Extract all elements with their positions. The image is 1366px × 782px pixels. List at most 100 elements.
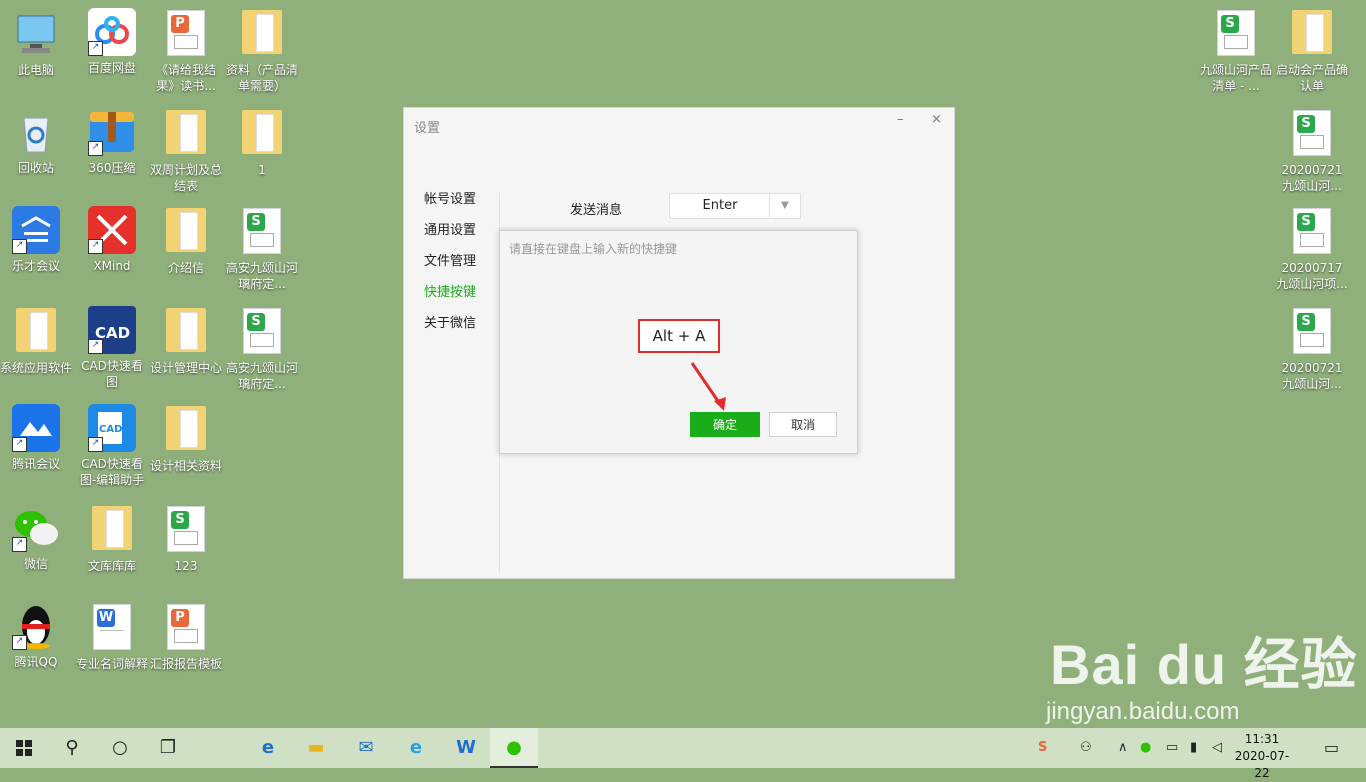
- sogou-ime-icon[interactable]: S: [1038, 728, 1047, 768]
- spreadsheet-icon: S: [1212, 10, 1260, 58]
- desktop-icon-gaoan-file-2[interactable]: S 高安九颂山河璃府定...: [226, 306, 298, 392]
- desktop-icon-recycle-bin[interactable]: 回收站: [0, 108, 72, 176]
- task-view-icon[interactable]: ❐: [144, 728, 192, 768]
- desktop-icon-design-docs[interactable]: 设计相关资料: [150, 404, 222, 474]
- desktop-icon-intro-letter[interactable]: 介绍信: [150, 206, 222, 276]
- folder-icon: [238, 110, 286, 158]
- notification-icon[interactable]: ▭: [1324, 728, 1339, 768]
- volume-icon[interactable]: ◁: [1212, 728, 1222, 768]
- icon-label: 资料（产品清单需要）: [226, 63, 299, 93]
- desktop-icon-20200721-a[interactable]: S 20200721九颂山河...: [1276, 108, 1348, 194]
- baidu-jingyan-watermark: Bai du 经验: [1050, 633, 1358, 696]
- window-title: 设置: [414, 121, 441, 136]
- send-message-select[interactable]: Enter ▼: [669, 193, 801, 219]
- desktop-icon-qq[interactable]: ↗ 腾讯QQ: [0, 602, 72, 670]
- menu-item-account[interactable]: 帐号设置: [424, 190, 476, 221]
- desktop-icon-book-notes[interactable]: P 《请给我结果》读书...: [150, 8, 222, 94]
- svg-text:CAD: CAD: [99, 424, 122, 435]
- chevron-down-icon[interactable]: ▼: [769, 194, 800, 218]
- minimize-button[interactable]: –: [897, 112, 904, 127]
- cad-icon: CAD ↗: [88, 306, 136, 354]
- desktop-icon-cad-editor[interactable]: CAD ↗ CAD快速看图-编辑助手: [76, 404, 148, 488]
- icon-label: 系统应用软件: [0, 361, 73, 375]
- qq-penguin-icon: ↗: [12, 602, 60, 650]
- icon-label: 123: [174, 559, 198, 573]
- desktop-icon-20200721-b[interactable]: S 20200721九颂山河...: [1276, 306, 1348, 392]
- icon-label: CAD快速看图-编辑助手: [79, 457, 145, 487]
- desktop-icon-biweekly-plan[interactable]: 双周计划及总结表: [150, 108, 222, 194]
- battery-icon[interactable]: ▮: [1190, 728, 1197, 768]
- icon-label: 文库库库: [87, 559, 136, 573]
- icon-label: 乐才会议: [11, 259, 60, 273]
- word-document-icon: W: [88, 604, 136, 652]
- desktop-icon-123[interactable]: S 123: [150, 504, 222, 574]
- desktop-icon-baidu-netdisk[interactable]: ↗ 百度网盘: [76, 8, 148, 76]
- spreadsheet-icon: S: [1288, 308, 1336, 356]
- edge-browser-icon[interactable]: e: [244, 728, 292, 768]
- desktop-icon-this-pc[interactable]: 此电脑: [0, 10, 72, 78]
- wps-icon[interactable]: W: [442, 728, 490, 768]
- desktop-icon-360zip[interactable]: ↗ 360压缩: [76, 108, 148, 176]
- icon-label: CAD快速看图: [81, 359, 143, 389]
- shortcut-arrow-icon: ↗: [12, 537, 27, 552]
- desktop-icon-design-center[interactable]: 设计管理中心: [150, 306, 222, 376]
- icon-label: XMind: [93, 259, 131, 273]
- watermark-url: jingyan.baidu.com: [1046, 698, 1240, 725]
- desktop-icon-wechat[interactable]: ↗ 微信: [0, 504, 72, 572]
- people-icon[interactable]: ⚇: [1080, 728, 1092, 768]
- desktop-icon-glossary[interactable]: W 专业名词解释: [76, 602, 148, 672]
- start-button[interactable]: [0, 728, 48, 768]
- shortcut-value: Alt + A: [638, 319, 720, 353]
- computer-icon: [12, 10, 60, 58]
- shortcut-arrow-icon: ↗: [12, 635, 27, 650]
- tencent-meeting-icon: ↗: [12, 404, 60, 452]
- wechat-tray-icon[interactable]: ●: [1140, 728, 1151, 768]
- icon-label: 高安九颂山河璃府定...: [226, 361, 299, 391]
- desktop-icon-cad-viewer[interactable]: CAD ↗ CAD快速看图: [76, 306, 148, 390]
- desktop-icon-tencent-meeting[interactable]: ↗ 腾讯会议: [0, 404, 72, 472]
- lecai-app-icon: ↗: [12, 206, 60, 254]
- shortcut-arrow-icon: ↗: [88, 339, 103, 354]
- folder-icon: [162, 406, 210, 454]
- icon-label: 专业名词解释: [76, 657, 149, 671]
- confirm-button[interactable]: 确定: [690, 412, 760, 437]
- chevron-up-icon[interactable]: ∧: [1118, 728, 1128, 768]
- desktop-icon-report-template[interactable]: P 汇报报告模板: [150, 602, 222, 672]
- icon-label: 《请给我结果》读书...: [155, 63, 216, 93]
- shortcut-arrow-icon: ↗: [88, 437, 103, 452]
- desktop-icon-library[interactable]: 文库库库: [76, 504, 148, 574]
- spreadsheet-icon: S: [1288, 208, 1336, 256]
- cancel-button[interactable]: 取消: [769, 412, 837, 437]
- close-button[interactable]: ×: [931, 112, 942, 127]
- cortana-icon[interactable]: ○: [96, 728, 144, 768]
- desktop-icon-product-list[interactable]: S 九颂山河产品清单 - ...: [1200, 8, 1272, 94]
- desktop-icon-product-materials[interactable]: 资料（产品清单需要）: [226, 8, 298, 94]
- system-clock[interactable]: 11:31 2020-07-22: [1230, 731, 1294, 782]
- folder-icon: [162, 208, 210, 256]
- spreadsheet-icon: S: [238, 308, 286, 356]
- mail-icon[interactable]: ✉: [342, 728, 390, 768]
- desktop-icon-kickoff-confirm[interactable]: 启动会产品确认单: [1276, 8, 1348, 94]
- icon-label: 汇报报告模板: [150, 657, 223, 671]
- file-explorer-icon[interactable]: ▬: [292, 728, 340, 768]
- menu-item-general[interactable]: 通用设置: [424, 221, 476, 252]
- menu-item-shortcuts[interactable]: 快捷按键: [424, 283, 476, 314]
- ie-browser-icon[interactable]: e: [392, 728, 440, 768]
- shortcut-arrow-icon: ↗: [88, 41, 103, 56]
- menu-item-about[interactable]: 关于微信: [424, 314, 476, 345]
- desktop-icon-system-apps[interactable]: 系统应用软件: [0, 306, 72, 376]
- desktop-icon-gaoan-file-1[interactable]: S 高安九颂山河璃府定...: [226, 206, 298, 292]
- icon-label: 腾讯QQ: [14, 655, 58, 669]
- spreadsheet-icon: S: [1288, 110, 1336, 158]
- desktop-icon-20200717[interactable]: S 20200717九颂山河项...: [1276, 206, 1348, 292]
- folder-icon: [162, 308, 210, 356]
- search-icon[interactable]: ⚲: [48, 728, 96, 768]
- desktop-icon-1[interactable]: 1: [226, 108, 298, 178]
- menu-item-files[interactable]: 文件管理: [424, 252, 476, 283]
- desktop-icon-xmind[interactable]: ↗ XMind: [76, 206, 148, 274]
- icon-label: 百度网盘: [87, 61, 136, 75]
- spreadsheet-icon: S: [162, 506, 210, 554]
- desktop-icon-lecai[interactable]: ↗ 乐才会议: [0, 206, 72, 274]
- wechat-taskbar-icon[interactable]: ●: [490, 728, 538, 768]
- network-tray-icon[interactable]: ▭: [1166, 728, 1178, 768]
